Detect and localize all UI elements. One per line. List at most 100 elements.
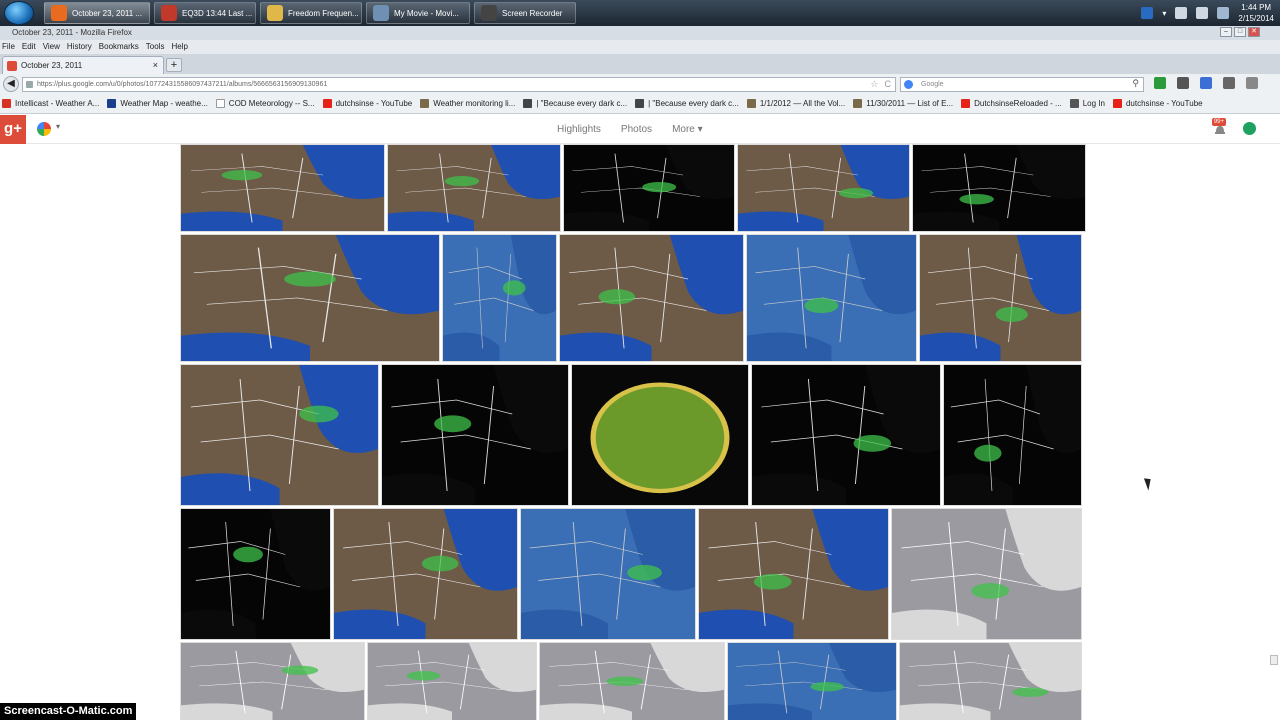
minimize-button[interactable]: – (1220, 27, 1232, 37)
photo-thumbnail[interactable] (563, 144, 735, 232)
bookmark-favicon-icon (2, 99, 11, 108)
weather-map-image (944, 365, 1081, 505)
menu-view[interactable]: View (43, 40, 60, 54)
bookmark-item[interactable]: 1/1/2012 — All the Vol... (746, 99, 845, 108)
photo-thumbnail[interactable] (381, 364, 569, 506)
photo-thumbnail[interactable] (180, 508, 331, 640)
bookmark-item[interactable]: dutchsinse - YouTube (322, 99, 412, 108)
photo-thumbnail[interactable] (180, 234, 440, 362)
menu-icon[interactable] (1223, 77, 1235, 89)
toolbar-extras (1154, 77, 1258, 89)
help-icon[interactable] (1141, 7, 1154, 19)
taskbar-item[interactable]: My Movie - Movi... (366, 2, 470, 24)
photo-thumbnail[interactable] (559, 234, 744, 362)
back-button[interactable]: ◀ (3, 76, 19, 92)
gplus-nav-more[interactable]: More ▾ (672, 115, 703, 144)
gplus-nav-highlights[interactable]: Highlights (557, 115, 601, 144)
reload-icon[interactable]: C (885, 78, 892, 91)
notification-badge[interactable]: 99+ (1211, 118, 1226, 126)
photo-thumbnail[interactable] (571, 364, 749, 506)
search-icon[interactable]: ⚲ (1132, 77, 1139, 90)
taskbar-item[interactable]: October 23, 2011 ... (44, 2, 150, 24)
bookmark-label: Log In (1082, 99, 1105, 108)
photo-thumbnail[interactable] (737, 144, 910, 232)
bookmark-label: Intellicast - Weather A... (15, 99, 100, 108)
chevron-down-icon[interactable]: ▾ (56, 122, 60, 131)
photo-thumbnail[interactable] (442, 234, 557, 362)
taskbar-item-label: October 23, 2011 ... (72, 8, 143, 18)
close-button[interactable]: ✕ (1248, 27, 1260, 37)
bookmark-item[interactable]: Intellicast - Weather A... (2, 99, 99, 108)
photo-thumbnail[interactable] (698, 508, 889, 640)
bookmark-item[interactable]: COD Meteorology -- S... (215, 99, 315, 108)
bookmark-item[interactable]: Weather monitoring li... (420, 99, 515, 108)
taskbar-item[interactable]: Freedom Frequen... (260, 2, 362, 24)
tray-caret-icon[interactable]: ▾ (1162, 9, 1166, 18)
tab-close-icon[interactable]: × (153, 57, 158, 74)
bookmark-label: DutchsinseReloaded - ... (974, 99, 1062, 108)
taskbar-item[interactable]: EQ3D 13:44 Last ... (154, 2, 256, 24)
photo-thumbnail[interactable] (912, 144, 1086, 232)
search-bar[interactable]: Google ⚲ (900, 77, 1144, 92)
photo-thumbnail[interactable] (520, 508, 696, 640)
menu-edit[interactable]: Edit (22, 40, 36, 54)
bookmark-star-icon[interactable]: ☆ (870, 78, 878, 91)
photo-thumbnail[interactable] (919, 234, 1082, 362)
new-tab-button[interactable]: + (166, 58, 182, 72)
photo-thumbnail[interactable] (899, 642, 1082, 720)
photo-thumbnail[interactable] (539, 642, 725, 720)
weather-map-image (560, 235, 743, 361)
menu-help[interactable]: Help (171, 40, 187, 54)
photo-thumbnail[interactable] (943, 364, 1082, 506)
photo-thumbnail[interactable] (180, 642, 365, 720)
menu-tools[interactable]: Tools (146, 40, 165, 54)
bookmark-item[interactable]: dutchsinse - YouTube (1112, 99, 1203, 108)
bookmark-item[interactable]: 11/30/2011 — List of E... (853, 99, 953, 108)
photo-thumbnail[interactable] (727, 642, 897, 720)
photo-thumbnail[interactable] (891, 508, 1082, 640)
bookmark-item[interactable]: DutchsinseReloaded - ... (961, 99, 1062, 108)
signal-icon[interactable] (1175, 7, 1188, 19)
menu-file[interactable]: File (2, 40, 15, 54)
taskbar-item[interactable]: Screen Recorder (474, 2, 576, 24)
download-icon[interactable] (1154, 77, 1166, 89)
url-bar[interactable]: https://plus.google.com/u/0/photos/10772… (22, 77, 896, 92)
photo-thumbnail[interactable] (333, 508, 518, 640)
network-icon[interactable] (1217, 7, 1230, 19)
home-icon[interactable] (1177, 77, 1189, 89)
photo-thumbnail[interactable] (367, 642, 537, 720)
bookmark-label: COD Meteorology -- S... (228, 99, 315, 108)
overflow-icon[interactable] (1246, 77, 1258, 89)
google-icon[interactable] (904, 80, 913, 89)
clock[interactable]: 1:44 PM 2/15/2014 (1238, 2, 1274, 24)
bookmark-item[interactable]: | "Because every dark c... (635, 99, 739, 108)
maximize-button[interactable]: □ (1234, 27, 1246, 37)
menu-bookmarks[interactable]: Bookmarks (99, 40, 139, 54)
volume-icon[interactable] (1196, 7, 1209, 19)
gplus-logo[interactable]: g+ (0, 115, 26, 144)
scrollbar[interactable] (1270, 655, 1278, 665)
pinwheel-icon[interactable] (36, 121, 52, 137)
photo-thumbnail[interactable] (751, 364, 941, 506)
bookmark-item[interactable]: Weather Map - weathe... (107, 99, 208, 108)
photo-thumbnail[interactable] (746, 234, 917, 362)
menu-history[interactable]: History (67, 40, 92, 54)
addon-icon[interactable] (1200, 77, 1212, 89)
bookmark-label: dutchsinse - YouTube (1125, 99, 1203, 108)
weather-map-image (728, 643, 896, 720)
site-identity-icon[interactable] (26, 81, 33, 88)
weather-map-image (752, 365, 940, 505)
navigation-bar: ◀ https://plus.google.com/u/0/photos/107… (0, 74, 1280, 94)
weather-map-image (181, 235, 439, 361)
gplus-header: g+ ▾ Highlights Photos More ▾ 99+ (0, 115, 1280, 144)
gplus-nav-photos[interactable]: Photos (621, 115, 652, 144)
photo-thumbnail[interactable] (180, 364, 379, 506)
photo-thumbnail[interactable] (387, 144, 561, 232)
photo-thumbnail[interactable] (180, 144, 385, 232)
bookmark-item[interactable]: | "Because every dark c... (523, 99, 627, 108)
bookmark-item[interactable]: Log In (1069, 99, 1105, 108)
start-button[interactable] (4, 1, 34, 25)
weather-map-image (334, 509, 517, 639)
tab-active[interactable]: October 23, 2011 × (2, 56, 164, 74)
hangouts-icon[interactable] (1243, 122, 1256, 135)
